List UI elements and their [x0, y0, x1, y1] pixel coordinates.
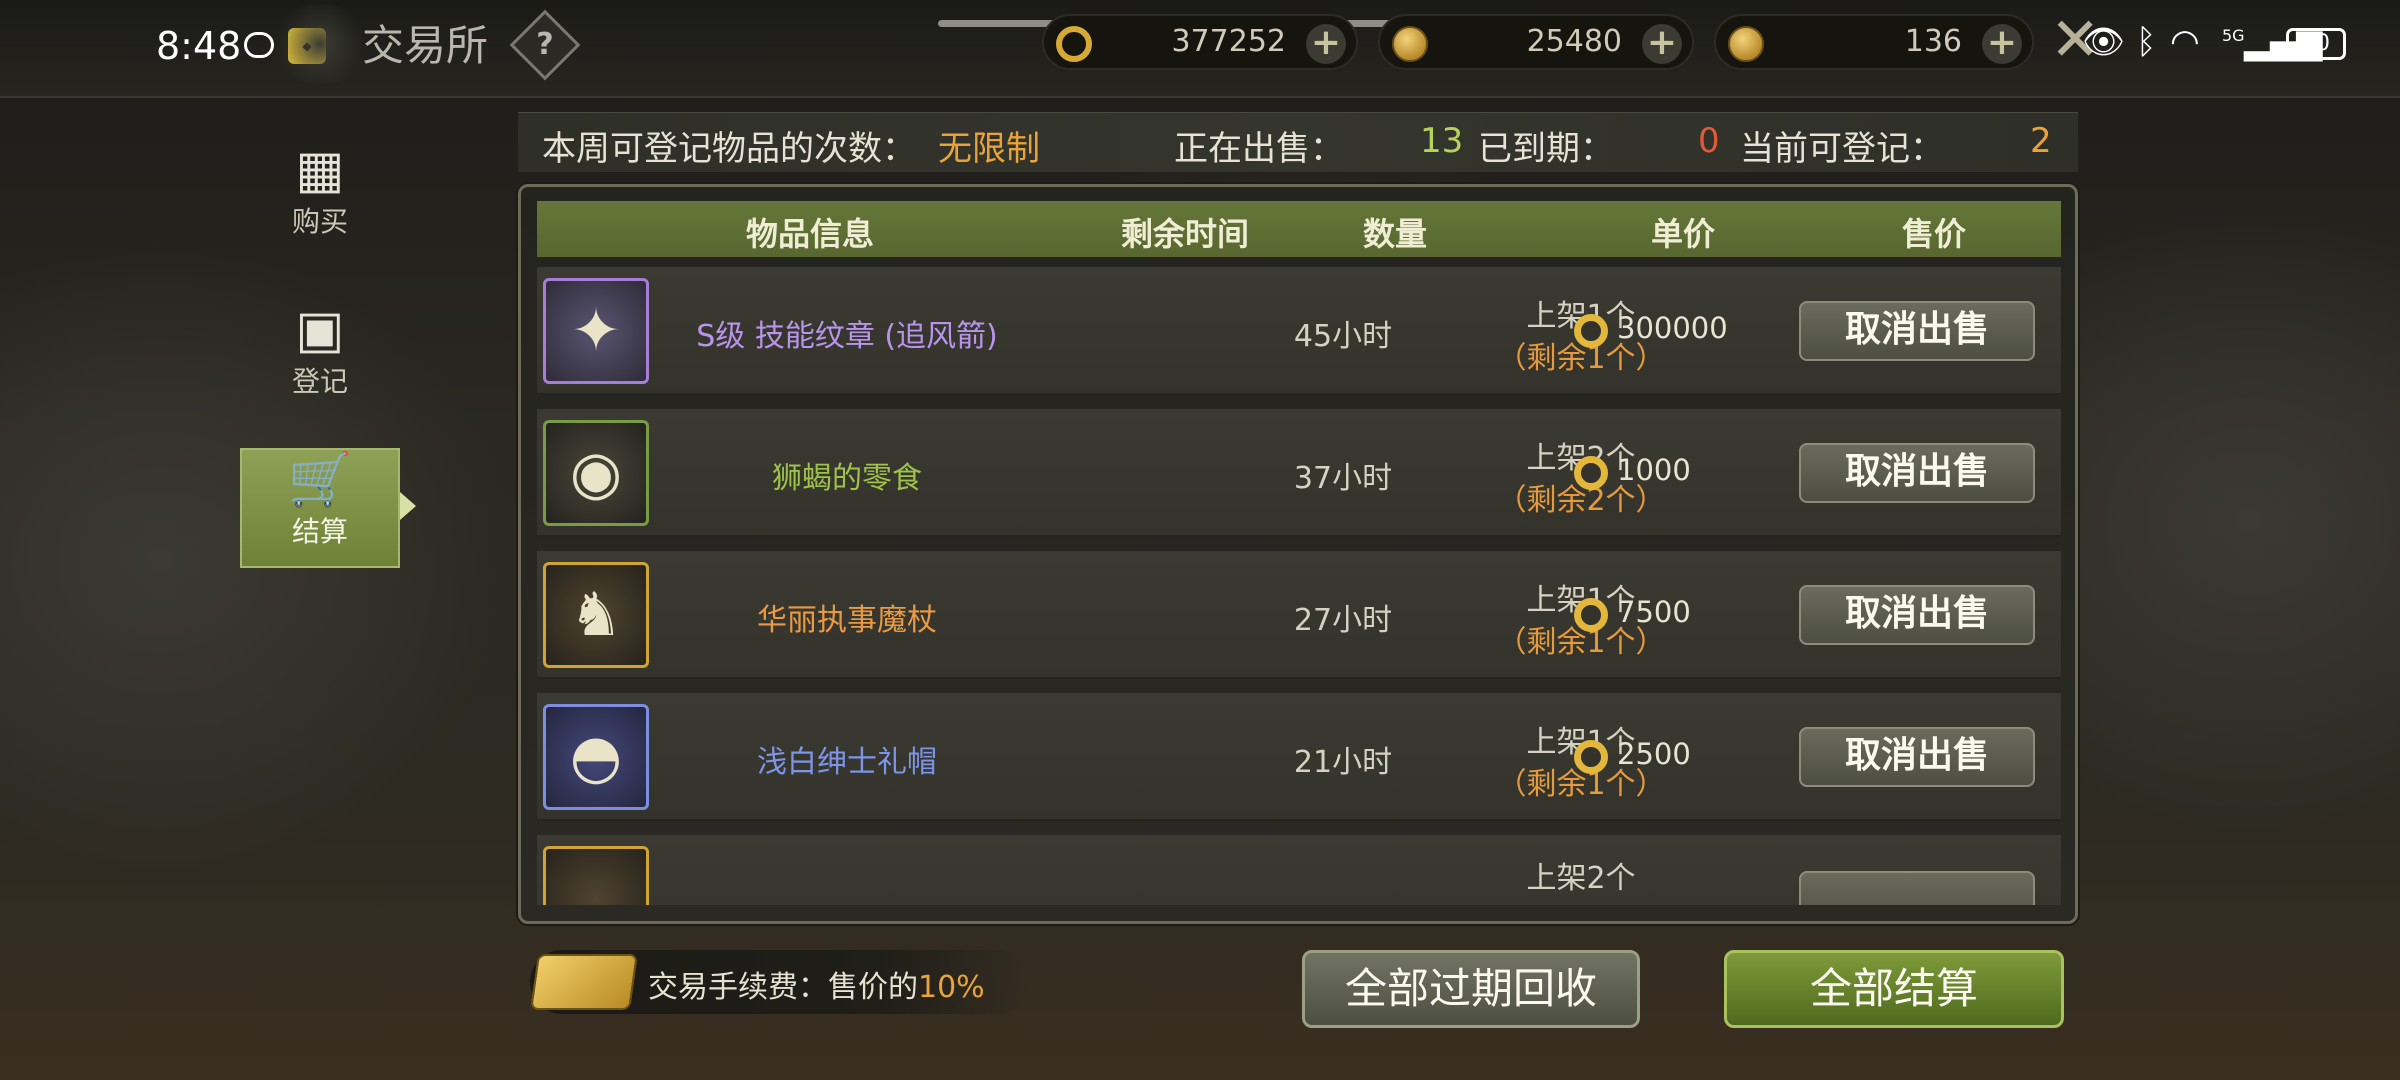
cancel-sale-button[interactable]: 取消出售: [1799, 727, 2035, 787]
time-left: 21小时: [1293, 745, 1393, 780]
fee-info: 交易手续费：售价的10%: [530, 950, 1030, 1014]
network-label: 5G: [2222, 26, 2245, 45]
table-row: 上架2个: [537, 835, 2061, 905]
header-quantity: 数量: [1362, 215, 1428, 253]
item-name: 浅白绅士礼帽: [757, 745, 937, 780]
currency-coin: 377252 +: [1042, 14, 1358, 70]
listing-rows[interactable]: ✦ S级 技能纹章 (追风箭) 45小时 上架1个 （剩余1个） 300000 …: [537, 267, 2061, 905]
eye-icon: 👁: [2082, 22, 2126, 62]
fee-value: 10%: [918, 970, 985, 1005]
battery-icon: 50: [2286, 28, 2346, 60]
help-icon: ?: [536, 27, 554, 62]
register-icon: ▣: [295, 300, 345, 360]
time-left: 45小时: [1293, 319, 1393, 354]
table-row: ◓ 浅白绅士礼帽 21小时 上架1个 （剩余1个） 2500 取消出售: [537, 693, 2061, 821]
listed-count: 上架2个: [1526, 861, 1636, 896]
fee-ticket-icon: [530, 954, 638, 1010]
hat-icon: ◓: [569, 722, 623, 792]
wifi-icon: ◠: [2170, 22, 2200, 62]
bronze-coin-icon: [1728, 26, 1764, 62]
title-emblem-icon: [270, 4, 370, 84]
unit-price: 1000: [1617, 453, 1691, 487]
coin-c-icon: [1056, 26, 1092, 62]
header-time-left: 剩余时间: [1120, 215, 1250, 253]
sidebar-item-label: 登记: [291, 365, 348, 398]
item-name: 狮蝎的零食: [772, 461, 922, 496]
listing-panel: 物品信息 剩余时间 数量 单价 售价 ✦ S级 技能纹章 (追风箭) 45小时 …: [518, 184, 2078, 924]
time-left: 37小时: [1293, 461, 1393, 496]
header-item-info: 物品信息: [745, 215, 875, 253]
gold-coin-bag-icon: [1392, 26, 1428, 62]
cancel-sale-button[interactable]: [1799, 871, 2035, 905]
item-name: S级 技能纹章 (追风箭): [696, 319, 998, 354]
stats-bar: 本周可登记物品的次数： 无限制 正在出售： 13 已到期： 0 当前可登记： 2: [518, 112, 2078, 172]
status-time: 8:48: [156, 24, 242, 68]
expired-label: 已到期：: [1478, 129, 1614, 169]
help-button[interactable]: ?: [509, 9, 581, 81]
currency-gold: 25480 +: [1378, 14, 1694, 70]
add-gold-button[interactable]: +: [1642, 24, 1682, 64]
sidebar-item-register[interactable]: ▣ 登记: [240, 300, 400, 420]
food-pot-icon: ◉: [569, 438, 623, 508]
table-row: ♞ 华丽执事魔杖 27小时 上架1个 （剩余1个） 7500 取消出售: [537, 551, 2061, 679]
fee-text: 交易手续费：售价的: [648, 970, 918, 1005]
table-header: 物品信息 剩余时间 数量 单价 售价: [537, 201, 2061, 257]
unit-price: 300000: [1617, 311, 1728, 345]
coin-c-icon: [1574, 740, 1608, 774]
item-icon[interactable]: ◉: [543, 420, 649, 526]
add-coin-button[interactable]: +: [1306, 24, 1346, 64]
currency-bronze: 136 +: [1714, 14, 2034, 70]
weekly-label: 本周可登记物品的次数：: [542, 129, 916, 169]
unit-price: 7500: [1617, 595, 1691, 629]
item-name: 华丽执事魔杖: [757, 603, 937, 638]
table-row: ✦ S级 技能纹章 (追风箭) 45小时 上架1个 （剩余1个） 300000 …: [537, 267, 2061, 395]
item-icon[interactable]: ✦: [543, 278, 649, 384]
item-icon[interactable]: ◓: [543, 704, 649, 810]
cancel-sale-button[interactable]: 取消出售: [1799, 301, 2035, 361]
header-sale-price: 售价: [1901, 215, 1967, 253]
top-bar: 8:48 ◆ 交易所 ? 377252 + 25480 + 136 + ✕ 👁 …: [0, 0, 2400, 98]
coin-c-icon: [1574, 598, 1608, 632]
currency-value: 136: [1904, 24, 1962, 59]
header-unit-price: 单价: [1650, 215, 1716, 253]
weekly-value: 无限制: [938, 129, 1040, 169]
currency-value: 377252: [1171, 24, 1286, 59]
selling-label: 正在出售：: [1174, 129, 1344, 169]
cancel-sale-button[interactable]: 取消出售: [1799, 585, 2035, 645]
expired-value: 0: [1698, 121, 1720, 161]
sidebar-item-label: 结算: [291, 515, 348, 548]
selling-value: 13: [1420, 121, 1464, 161]
unit-price: 2500: [1617, 737, 1691, 771]
page-title: 交易所: [362, 21, 489, 70]
recycle-all-expired-button[interactable]: 全部过期回收: [1302, 950, 1640, 1028]
time-left: 27小时: [1293, 603, 1393, 638]
add-bronze-button[interactable]: +: [1982, 24, 2022, 64]
sidebar-item-settle[interactable]: 🛒 结算: [240, 448, 416, 568]
coin-c-icon: [1574, 314, 1608, 348]
item-icon[interactable]: ♞: [543, 562, 649, 668]
sidebar-item-label: 购买: [291, 205, 348, 238]
sidebar-item-buy[interactable]: ▦ 购买: [240, 140, 400, 260]
cancel-sale-button[interactable]: 取消出售: [1799, 443, 2035, 503]
skill-emblem-icon: ✦: [570, 296, 622, 366]
coin-c-icon: [1574, 456, 1608, 490]
bluetooth-icon: ᛒ: [2136, 22, 2157, 62]
available-label: 当前可登记：: [1740, 129, 1944, 169]
currency-value: 25480: [1526, 24, 1622, 59]
item-icon[interactable]: [543, 846, 649, 905]
settle-all-button[interactable]: 全部结算: [1724, 950, 2064, 1028]
available-value: 2: [2030, 121, 2052, 161]
shop-icon: ▦: [295, 140, 345, 200]
staff-icon: ♞: [569, 580, 623, 650]
cart-icon: 🛒: [287, 450, 353, 510]
table-row: ◉ 狮蝎的零食 37小时 上架2个 （剩余2个） 1000 取消出售: [537, 409, 2061, 537]
fee-label: 交易手续费：售价的10%: [648, 962, 985, 1006]
